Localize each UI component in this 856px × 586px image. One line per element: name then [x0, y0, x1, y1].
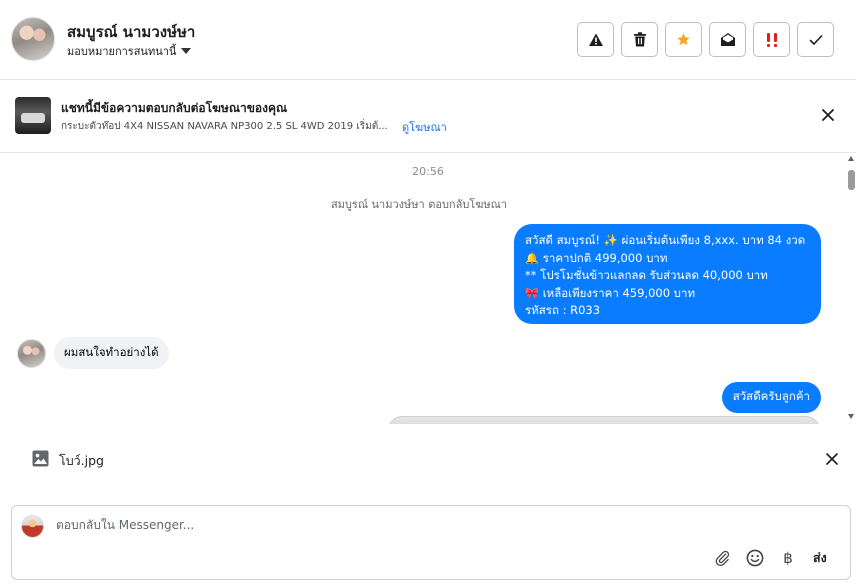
message-timestamp: 20:56 — [412, 165, 444, 178]
attachment-file-name[interactable]: โบว์.jpg — [59, 451, 104, 471]
mark-done-button[interactable] — [797, 22, 834, 57]
scroll-down-arrow[interactable] — [848, 414, 854, 419]
image-icon — [32, 450, 49, 467]
send-button[interactable]: ส่ง — [813, 548, 827, 568]
payment-button[interactable]: ฿ — [778, 548, 798, 568]
trash-icon — [633, 32, 646, 47]
emoji-button[interactable] — [745, 548, 765, 568]
message-line: รหัสรถ : R033 — [525, 303, 601, 317]
conversation-header: สมบูรณ์ นามวงษ์ษา มอบหมายการสนทนานี้ — [0, 0, 856, 80]
outgoing-message[interactable]: สวัสดีครับลูกค้า — [721, 382, 821, 413]
reply-input[interactable] — [56, 518, 756, 532]
ad-banner-subtitle: กระบะตัวท๊อป 4X4 NISSAN NAVARA NP300 2.5… — [61, 121, 388, 132]
composer-actions: ฿ ส่ง — [712, 548, 827, 568]
mark-important-button[interactable] — [753, 22, 790, 57]
incoming-message-row: ผมสนใจทำอย่างได้ — [17, 337, 169, 369]
emoji-icon — [746, 549, 764, 567]
report-spam-button[interactable] — [577, 22, 614, 57]
conversation-toolbar — [577, 22, 834, 57]
star-button[interactable] — [665, 22, 702, 57]
thread-scrollbar[interactable] — [847, 156, 856, 422]
warning-icon — [588, 33, 603, 46]
close-ad-banner-button[interactable] — [820, 107, 836, 123]
envelope-open-icon — [720, 33, 735, 46]
ad-thumbnail[interactable] — [15, 97, 51, 134]
message-line: ** โปรโมชั่นข้าวแลกลด รับส่วนลด 40,000 บ… — [525, 268, 768, 282]
system-note: สมบูรณ์ นามวงษ์ษา ตอบกลับโฆษณา — [330, 198, 508, 211]
incoming-message[interactable]: ผมสนใจทำอย่างได้ — [54, 337, 169, 369]
contact-name[interactable]: สมบูรณ์ นามวงษ์ษา — [67, 20, 195, 44]
view-ad-link[interactable]: ดูโฆษณา — [402, 118, 447, 136]
message-line: สวัสดี สมบูรณ์! ✨ ผ่อนเริ่มต้นเพียง 8,xx… — [525, 233, 806, 247]
attachment-row: โบว์.jpg — [0, 440, 856, 480]
outgoing-message[interactable]: สวัสดี สมบูรณ์! ✨ ผ่อนเริ่มต้นเพียง 8,xx… — [514, 224, 821, 324]
important-icon — [766, 32, 777, 47]
assign-conversation-dropdown[interactable]: มอบหมายการสนทนานี้ — [67, 42, 192, 60]
assign-label: มอบหมายการสนทนานี้ — [67, 45, 177, 58]
mark-unread-button[interactable] — [709, 22, 746, 57]
contact-avatar-small — [17, 338, 46, 368]
message-line-with-bell: 🔔 ราคาปกติ 499,000 บาท — [525, 250, 810, 268]
ad-banner-title: แชทนี้มีข้อความตอบกลับต่อโฆษณาของคุณ — [61, 101, 288, 115]
star-icon — [677, 33, 690, 46]
bell-icon: 🔔 — [525, 251, 539, 265]
close-icon — [822, 109, 834, 121]
paperclip-icon — [715, 550, 729, 567]
page-avatar — [21, 515, 44, 538]
attach-file-button[interactable] — [712, 548, 732, 568]
scroll-thumb[interactable] — [848, 170, 855, 190]
ad-reply-banner: แชทนี้มีข้อความตอบกลับต่อโฆษณาของคุณ กระ… — [0, 81, 856, 153]
image-message-preview[interactable] — [388, 416, 820, 424]
message-line: เหลือเพียงราคา 459,000 บาท — [542, 285, 696, 300]
scroll-up-arrow[interactable] — [848, 156, 854, 161]
message-line: ราคาปกติ 499,000 บาท — [542, 250, 668, 265]
close-icon[interactable] — [825, 452, 839, 466]
delete-button[interactable] — [621, 22, 658, 57]
message-thread[interactable]: 20:56 สมบูรณ์ นามวงษ์ษา ตอบกลับโฆษณา สวั… — [0, 154, 856, 424]
reply-composer: ฿ ส่ง — [11, 505, 851, 580]
caret-down-icon — [181, 48, 192, 54]
ribbon-icon: 🎀 — [525, 286, 539, 300]
contact-avatar[interactable] — [11, 17, 55, 61]
check-icon — [809, 34, 822, 45]
message-line-with-bow: 🎀 เหลือเพียงราคา 459,000 บาท — [525, 285, 810, 303]
